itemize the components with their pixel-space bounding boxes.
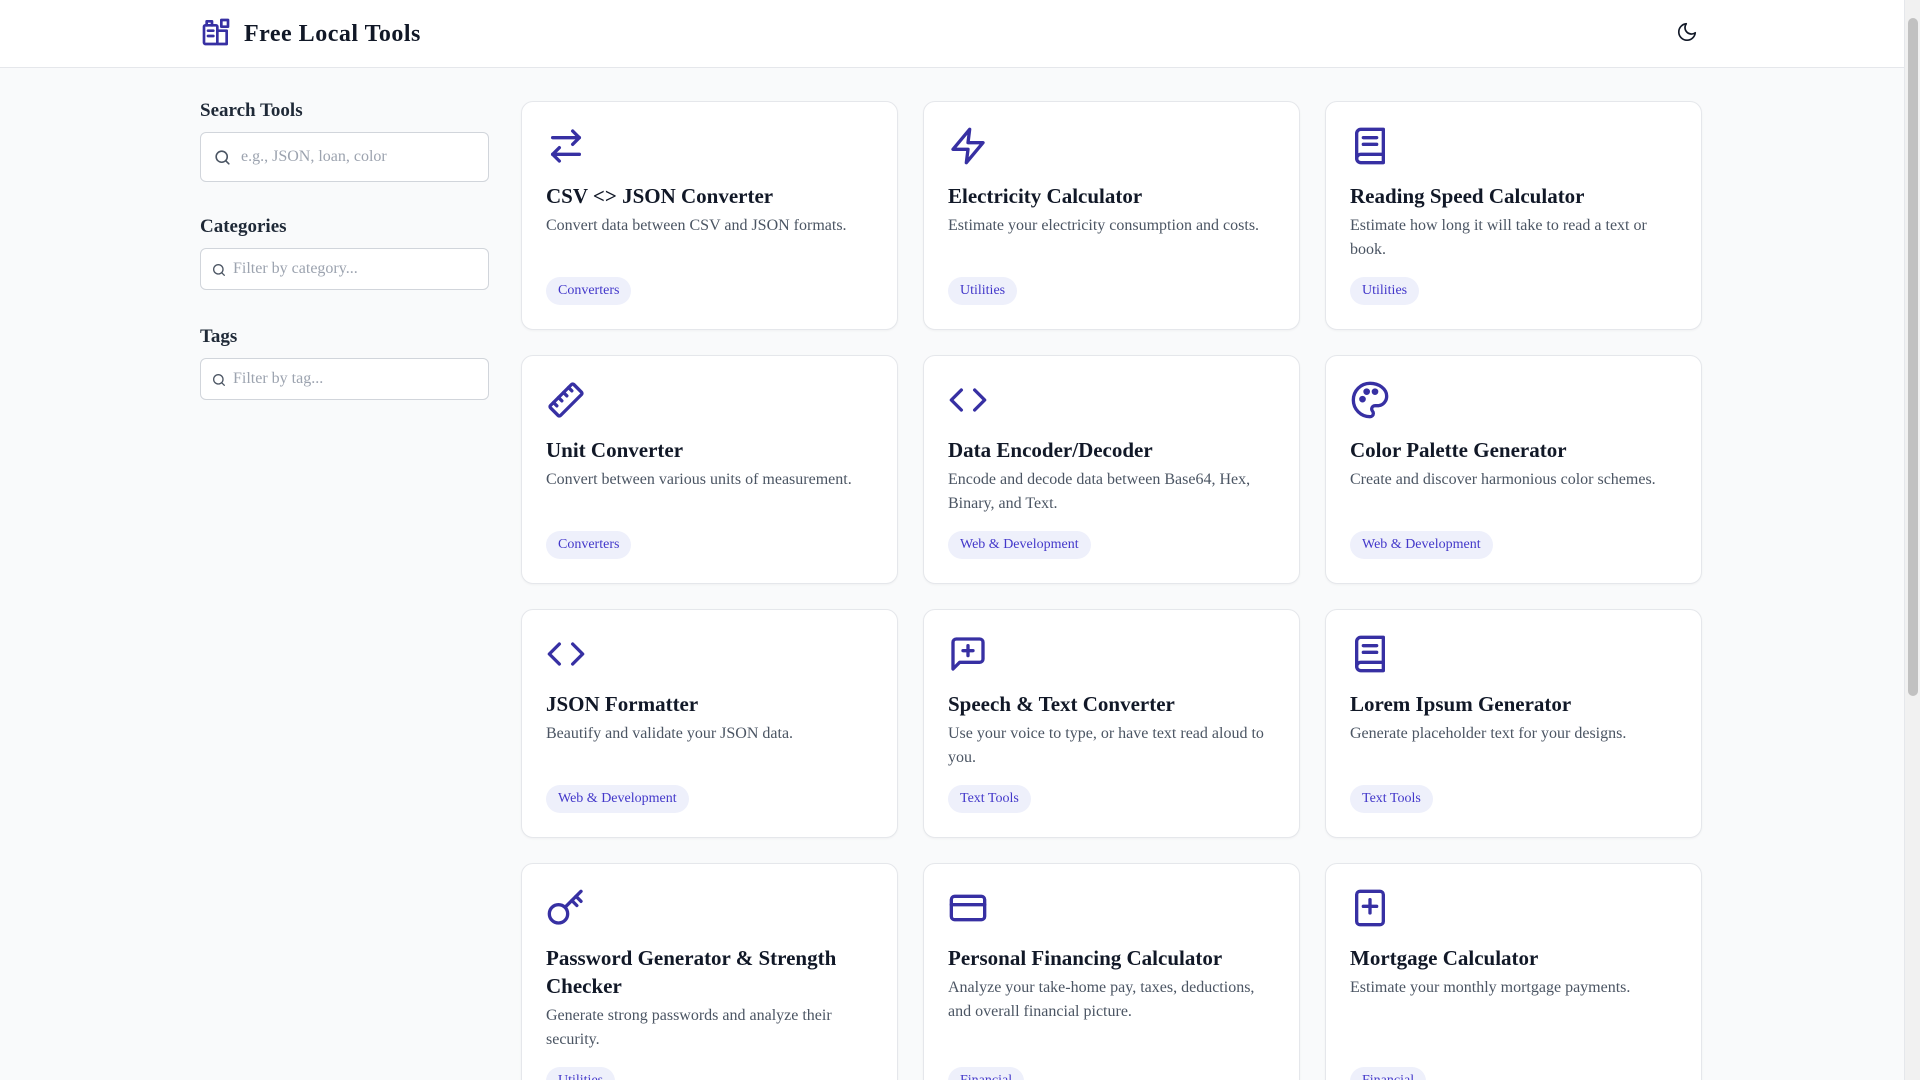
tool-description: Convert between various units of measure… [546, 471, 852, 488]
tool-card-speech-text-converter[interactable]: Speech & Text Converter Use your voice t… [923, 609, 1300, 838]
toolbox-icon [200, 16, 232, 53]
tool-description: Beautify and validate your JSON data. [546, 725, 794, 742]
tool-description: Use your voice to type, or have text rea… [948, 725, 1264, 766]
tool-description: Create and discover harmonious color sch… [1350, 471, 1656, 488]
category-badge[interactable]: Utilities [546, 1067, 616, 1080]
tool-card-color-palette-generator[interactable]: Color Palette Generator Create and disco… [1325, 355, 1702, 584]
tool-card-lorem-ipsum-generator[interactable]: Lorem Ipsum Generator Generate placehold… [1325, 609, 1702, 838]
search-heading: Search Tools [200, 100, 303, 121]
tool-title: Reading Speed Calculator [1350, 184, 1585, 208]
category-badge[interactable]: Web & Development [1350, 531, 1493, 559]
tags-section: Tags [200, 326, 489, 400]
tool-description: Estimate your electricity consumption an… [948, 217, 1260, 234]
palette-icon [1350, 380, 1390, 420]
tool-title: Data Encoder/Decoder [948, 438, 1153, 462]
category-badge[interactable]: Financial [1350, 1067, 1427, 1080]
tool-description: Estimate your monthly mortgage payments. [1350, 979, 1631, 996]
tool-card-electricity-calculator[interactable]: Electricity Calculator Estimate your ele… [923, 101, 1300, 330]
moon-icon [1676, 21, 1698, 48]
page-scrollbar[interactable] [1904, 0, 1920, 1080]
top-header: Free Local Tools [0, 0, 1904, 68]
tool-description: Convert data between CSV and JSON format… [546, 217, 847, 234]
tag-filter-field[interactable] [200, 358, 489, 400]
category-badge[interactable]: Converters [546, 277, 632, 305]
theme-toggle-button[interactable] [1667, 16, 1707, 52]
scrollbar-thumb[interactable] [1908, 18, 1918, 696]
brand[interactable]: Free Local Tools [200, 16, 421, 53]
tool-title: Mortgage Calculator [1350, 946, 1539, 970]
tool-card-password-generator[interactable]: Password Generator & Strength Checker Ge… [521, 863, 898, 1080]
tool-title: CSV <> JSON Converter [546, 184, 774, 208]
category-badge[interactable]: Text Tools [1350, 785, 1433, 813]
search-input[interactable] [241, 133, 481, 181]
tool-description: Generate placeholder text for your desig… [1350, 725, 1627, 742]
tool-title: Unit Converter [546, 438, 684, 462]
tool-description: Estimate how long it will take to read a… [1350, 217, 1647, 258]
tool-card-data-encoder-decoder[interactable]: Data Encoder/Decoder Encode and decode d… [923, 355, 1300, 584]
arrows-left-right-icon [546, 126, 586, 166]
categories-section: Categories [200, 216, 489, 290]
category-badge[interactable]: Text Tools [948, 785, 1031, 813]
tool-title: Personal Financing Calculator [948, 946, 1223, 970]
category-badge[interactable]: Utilities [1350, 277, 1420, 305]
category-filter-input[interactable] [233, 249, 483, 289]
tool-card-unit-converter[interactable]: Unit Converter Convert between various u… [521, 355, 898, 584]
categories-heading: Categories [200, 216, 287, 237]
tool-card-mortgage-calculator[interactable]: Mortgage Calculator Estimate your monthl… [1325, 863, 1702, 1080]
message-plus-icon [948, 634, 988, 674]
book-icon [1350, 126, 1390, 166]
search-section: Search Tools [200, 100, 489, 182]
code-icon [948, 380, 988, 420]
category-badge[interactable]: Web & Development [546, 785, 689, 813]
category-badge[interactable]: Web & Development [948, 531, 1091, 559]
lightning-icon [948, 126, 988, 166]
tool-title: Password Generator & Strength Checker [546, 946, 837, 998]
tool-description: Analyze your take-home pay, taxes, deduc… [948, 979, 1255, 1020]
sidebar: Search Tools Categories Tags [200, 100, 489, 400]
tool-card-personal-financing-calculator[interactable]: Personal Financing Calculator Analyze yo… [923, 863, 1300, 1080]
tool-description: Encode and decode data between Base64, H… [948, 471, 1251, 512]
category-badge[interactable]: Utilities [948, 277, 1018, 305]
tools-grid: CSV <> JSON Converter Convert data betwe… [521, 101, 1702, 1080]
square-plus-icon [1350, 888, 1390, 928]
search-field[interactable] [200, 132, 489, 182]
ruler-icon [546, 380, 586, 420]
tool-card-json-formatter[interactable]: JSON Formatter Beautify and validate you… [521, 609, 898, 838]
tool-title: JSON Formatter [546, 692, 699, 716]
tool-title: Electricity Calculator [948, 184, 1143, 208]
tool-description: Generate strong passwords and analyze th… [546, 1007, 832, 1048]
app-title: Free Local Tools [244, 21, 421, 47]
credit-card-icon [948, 888, 988, 928]
tag-filter-input[interactable] [233, 359, 483, 399]
tool-title: Lorem Ipsum Generator [1350, 692, 1572, 716]
tool-card-reading-speed-calculator[interactable]: Reading Speed Calculator Estimate how lo… [1325, 101, 1702, 330]
key-icon [546, 888, 586, 928]
category-badge[interactable]: Financial [948, 1067, 1025, 1080]
book-icon [1350, 634, 1390, 674]
tool-title: Color Palette Generator [1350, 438, 1567, 462]
tool-title: Speech & Text Converter [948, 692, 1175, 716]
code-icon [546, 634, 586, 674]
tool-card-csv-json-converter[interactable]: CSV <> JSON Converter Convert data betwe… [521, 101, 898, 330]
category-filter-field[interactable] [200, 248, 489, 290]
category-badge[interactable]: Converters [546, 531, 632, 559]
tags-heading: Tags [200, 326, 238, 347]
